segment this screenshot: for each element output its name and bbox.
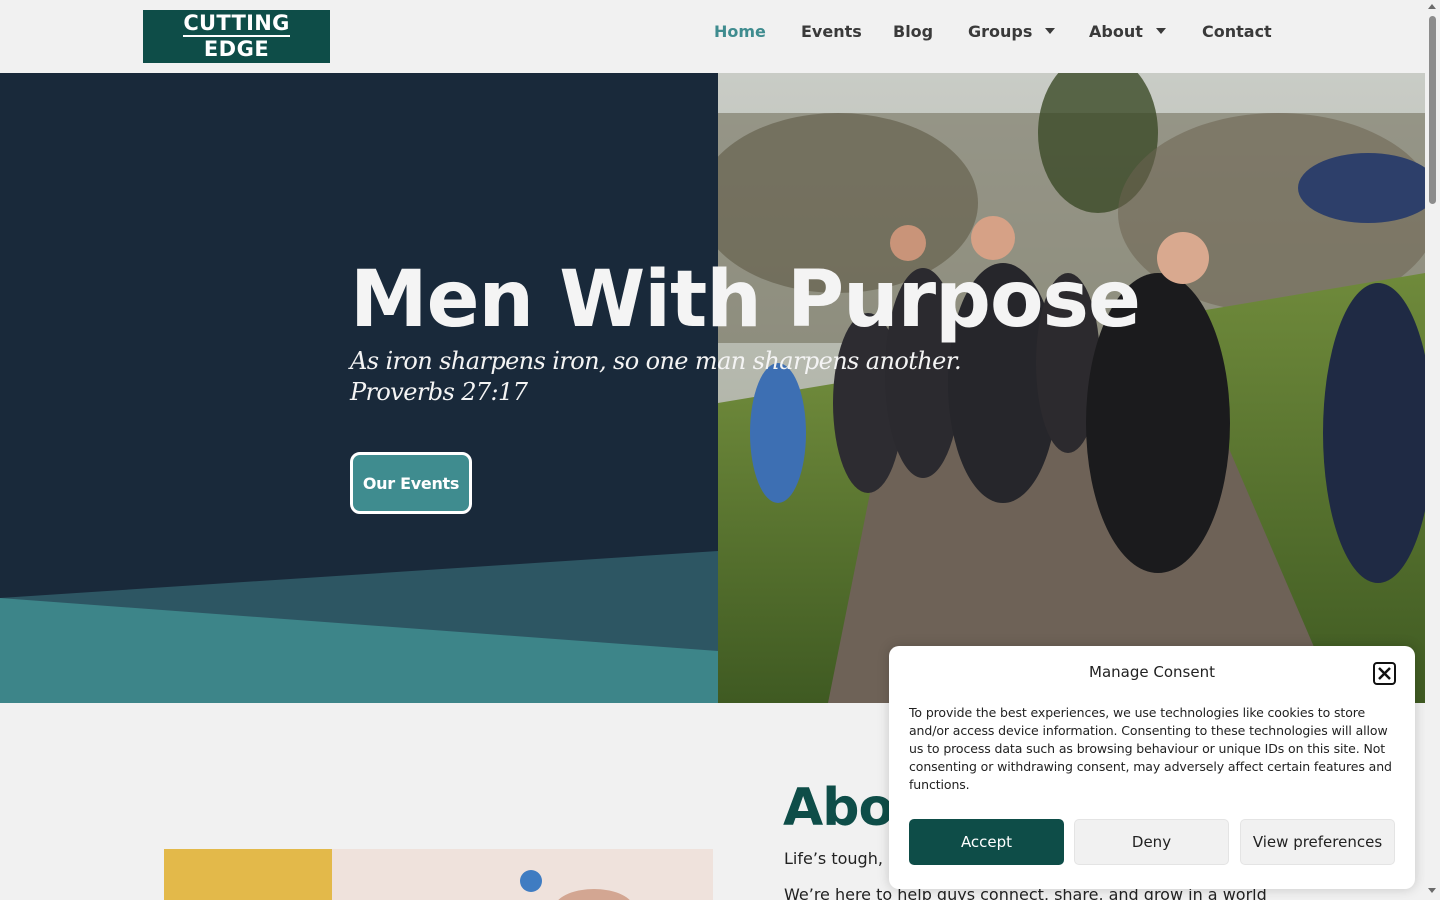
nav-item-about[interactable]: About — [1089, 20, 1166, 42]
logo-text-line1: CUTTING — [183, 11, 290, 37]
site-header: CUTTING EDGE Home Events Blog Groups Abo… — [0, 0, 1425, 73]
consent-title: Manage Consent — [1089, 663, 1215, 681]
nav-item-label: Contact — [1202, 21, 1272, 41]
scrollbar-thumb[interactable] — [1429, 16, 1436, 204]
view-preferences-button[interactable]: View preferences — [1240, 819, 1395, 865]
nav-item-events[interactable]: Events — [801, 20, 862, 42]
about-paragraph-1: Life’s tough, b — [784, 849, 899, 868]
logo-text-line2: EDGE — [203, 37, 270, 61]
close-x-glyph — [1378, 667, 1391, 680]
nav-item-label: Groups — [968, 21, 1033, 41]
cookie-consent-dialog: Manage Consent To provide the best exper… — [889, 646, 1415, 889]
nav-item-label: Home — [714, 21, 766, 41]
hero-section: Men With Purpose As iron sharpens iron, … — [0, 73, 1425, 703]
hero-quote: As iron sharpens iron, so one man sharpe… — [350, 346, 962, 408]
page-scrollbar[interactable] — [1425, 0, 1440, 900]
nav-item-home[interactable]: Home — [714, 20, 766, 42]
nav-item-label: About — [1089, 21, 1143, 41]
about-image — [164, 849, 713, 900]
deny-button[interactable]: Deny — [1074, 819, 1229, 865]
hero-title: Men With Purpose — [350, 255, 1141, 345]
accept-button[interactable]: Accept — [909, 819, 1064, 865]
about-image-illustration — [164, 849, 713, 900]
close-icon[interactable] — [1373, 662, 1396, 685]
chevron-down-icon — [1045, 28, 1056, 34]
about-heading: Abo — [783, 778, 894, 838]
scroll-up-arrow-icon[interactable] — [1428, 4, 1436, 9]
our-events-button[interactable]: Our Events — [350, 452, 472, 514]
nav-item-label: Events — [801, 21, 862, 41]
scroll-down-arrow-icon[interactable] — [1428, 888, 1436, 893]
nav-item-contact[interactable]: Contact — [1202, 20, 1272, 42]
nav-item-groups[interactable]: Groups — [968, 20, 1056, 42]
consent-description: To provide the best experiences, we use … — [909, 705, 1392, 792]
page: CUTTING EDGE Home Events Blog Groups Abo… — [0, 0, 1440, 900]
hero-quote-text: As iron sharpens iron, so one man sharpe… — [350, 347, 962, 375]
nav-item-label: Blog — [893, 21, 934, 41]
hero-quote-reference: Proverbs 27:17 — [350, 378, 528, 406]
chevron-down-icon — [1155, 28, 1166, 34]
nav-item-blog[interactable]: Blog — [893, 20, 933, 42]
site-logo[interactable]: CUTTING EDGE — [143, 10, 330, 63]
